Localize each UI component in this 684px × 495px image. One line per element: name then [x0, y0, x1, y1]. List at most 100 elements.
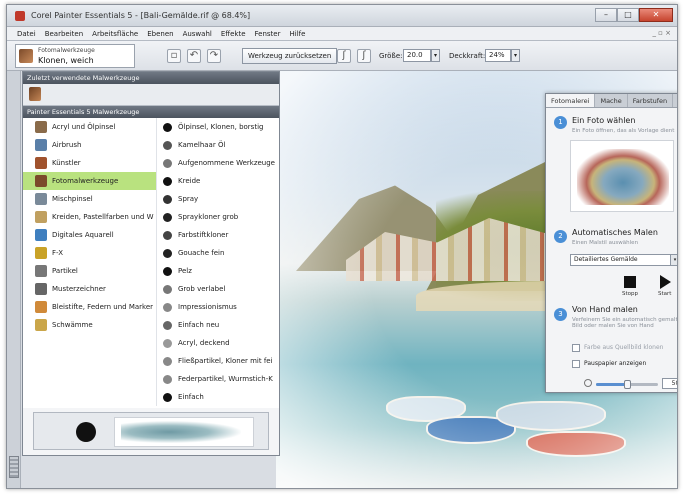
dab-icon — [163, 122, 172, 132]
step-2-subtitle: Einen Malstil auswählen — [572, 240, 639, 246]
brush-category-label: Kreiden, Pastellfarben und W — [52, 213, 154, 221]
brush-category-item[interactable]: Künstler — [23, 154, 156, 172]
brush-tool-icon[interactable]: ʃ — [337, 49, 351, 63]
brush-category-item[interactable]: F-X — [23, 244, 156, 262]
redo-icon[interactable]: ↷ — [207, 49, 221, 63]
clone-tool-icon[interactable]: ʃ — [357, 49, 371, 63]
photo-painting-panel: Fotomalerei Mache Farbstufen 1 Ein Foto … — [545, 93, 677, 393]
menu-fenster[interactable]: Fenster — [255, 30, 281, 38]
menu-arbeitsflaeche[interactable]: Arbeitsfläche — [92, 30, 138, 38]
brush-category-item[interactable]: Bleistifte, Federn und Marker — [23, 298, 156, 316]
size-input[interactable]: 20.0 — [403, 49, 431, 62]
brush-category-label: Bleistifte, Federn und Marker — [52, 303, 154, 311]
brush-variant-label: Farbstiftkloner — [178, 231, 229, 239]
brush-category-item[interactable]: Digitales Aquarell — [23, 226, 156, 244]
opacity-input[interactable]: 24% — [485, 49, 511, 62]
brush-category-item[interactable]: Schwämme — [23, 316, 156, 334]
brush-variant-item[interactable]: Gouache fein — [157, 244, 279, 262]
brush-variant-item[interactable]: Spray — [157, 190, 279, 208]
menu-bar: Datei Bearbeiten Arbeitsfläche Ebenen Au… — [7, 27, 677, 41]
brush-variant-label: Pelz — [178, 267, 192, 275]
menu-effekte[interactable]: Effekte — [221, 30, 246, 38]
particle-icon — [35, 265, 47, 277]
toolbox-grip-icon[interactable] — [9, 456, 19, 478]
opacity-dropdown-icon[interactable]: ▾ — [511, 49, 520, 62]
undo-icon[interactable]: ↶ — [187, 49, 201, 63]
brush-variant-item[interactable]: Farbstiftkloner — [157, 226, 279, 244]
brush-category-label: Künstler — [52, 159, 81, 167]
brush-category-item[interactable]: Fotomalwerkzeuge — [23, 172, 156, 190]
zoom-slider-thumb[interactable] — [624, 380, 631, 389]
zoom-slider-fill — [596, 383, 627, 386]
brush-variant-item[interactable]: Spraykloner grob — [157, 208, 279, 226]
brush-category-label: Acryl und Ölpinsel — [52, 123, 116, 131]
brush-category-item[interactable]: Partikel — [23, 262, 156, 280]
brush-library-header[interactable]: Painter Essentials 5 Malwerkzeuge — [23, 106, 279, 118]
brush-category-label: Digitales Aquarell — [52, 231, 114, 239]
photo-paint-icon — [35, 175, 47, 187]
brush-variant-item[interactable]: Impressionismus — [157, 298, 279, 316]
dab-icon — [163, 356, 172, 366]
brush-variant-item[interactable]: Ölpinsel, Klonen, borstig — [157, 118, 279, 136]
dab-icon — [163, 302, 172, 312]
clone-color-checkbox[interactable] — [572, 344, 580, 352]
tracing-paper-checkbox[interactable] — [572, 360, 580, 368]
document-window-controls[interactable]: _ ▫ × — [652, 29, 671, 37]
tab-fotomalerei[interactable]: Fotomalerei — [546, 94, 596, 107]
brush-variant-item[interactable]: Einfach neu — [157, 316, 279, 334]
brush-variant-item[interactable]: Einfach — [157, 388, 279, 406]
painter-logo-icon — [15, 10, 25, 21]
brush-category-item[interactable]: Airbrush — [23, 136, 156, 154]
brush-variant-item[interactable]: Aufgenommene Werkzeuge — [157, 154, 279, 172]
brush-variant-label: Ölpinsel, Klonen, borstig — [178, 123, 264, 131]
recent-brushes-header[interactable]: Zuletzt verwendete Malwerkzeuge — [23, 72, 279, 84]
toolbox-strip — [7, 71, 21, 488]
brush-variant-item[interactable]: Kamelhaar Öl — [157, 136, 279, 154]
dab-icon — [163, 338, 172, 348]
brush-variant-label: Fließpartikel, Kloner mit fei — [178, 357, 273, 365]
source-photo-thumbnail[interactable] — [570, 140, 674, 212]
play-icon[interactable] — [660, 275, 671, 289]
brush-variant-item[interactable]: Pelz — [157, 262, 279, 280]
painting-style-select[interactable]: Detailiertes Gemälde ▾ — [570, 254, 677, 266]
menu-datei[interactable]: Datei — [17, 30, 36, 38]
brush-variant-label: Kamelhaar Öl — [178, 141, 226, 149]
brush-variant-label: Grob verlabel — [178, 285, 226, 293]
brush-category-item[interactable]: Mischpinsel — [23, 190, 156, 208]
pattern-pen-icon — [35, 283, 47, 295]
brush-selector[interactable]: Fotomalwerkzeuge Klonen, weich — [15, 44, 135, 68]
brush-variant-item[interactable]: Grob verlabel — [157, 280, 279, 298]
minimize-button[interactable]: – — [595, 8, 617, 22]
dab-icon — [163, 212, 172, 222]
brush-variant-item[interactable]: Federpartikel, Wurmstich-K — [157, 370, 279, 388]
dab-icon — [163, 158, 172, 168]
brush-category-item[interactable]: Musterzeichner — [23, 280, 156, 298]
size-label: Größe: — [379, 52, 403, 60]
tab-mache[interactable]: Mache — [595, 94, 628, 107]
stop-icon[interactable] — [624, 276, 636, 288]
brush-category-item[interactable]: Kreiden, Pastellfarben und W — [23, 208, 156, 226]
close-button[interactable]: ✕ — [639, 8, 673, 22]
size-dropdown-icon[interactable]: ▾ — [431, 49, 440, 62]
dab-icon — [163, 374, 172, 384]
menu-hilfe[interactable]: Hilfe — [289, 30, 305, 38]
brush-variant-item[interactable]: Fließpartikel, Kloner mit fei — [157, 352, 279, 370]
step-1-subtitle: Ein Foto öffnen, das als Vorlage dient — [572, 128, 675, 134]
maximize-button[interactable]: □ — [617, 8, 639, 22]
recent-brush-icon[interactable] — [29, 87, 41, 101]
zoom-percent-field[interactable]: 50% — [662, 378, 677, 389]
reset-tool-button[interactable]: Werkzeug zurücksetzen — [242, 48, 338, 64]
tab-farbstufen[interactable]: Farbstufen — [628, 94, 674, 107]
brush-variant-item[interactable]: Kreide — [157, 172, 279, 190]
brush-category-item[interactable]: Acryl und Ölpinsel — [23, 118, 156, 136]
property-bar: Fotomalwerkzeuge Klonen, weich ▫ ↶ ↷ Wer… — [7, 41, 677, 71]
menu-bearbeiten[interactable]: Bearbeiten — [45, 30, 83, 38]
acrylic-brush-icon — [35, 121, 47, 133]
menu-auswahl[interactable]: Auswahl — [183, 30, 212, 38]
brush-variant-list: Ölpinsel, Klonen, borstig Kamelhaar Öl Auf… — [156, 118, 279, 406]
menu-ebenen[interactable]: Ebenen — [147, 30, 173, 38]
save-icon[interactable]: ▫ — [167, 49, 181, 63]
brush-variant-item[interactable]: Acryl, deckend — [157, 334, 279, 352]
panel-tabs: Fotomalerei Mache Farbstufen — [546, 94, 677, 108]
zoom-slider[interactable] — [596, 380, 658, 389]
